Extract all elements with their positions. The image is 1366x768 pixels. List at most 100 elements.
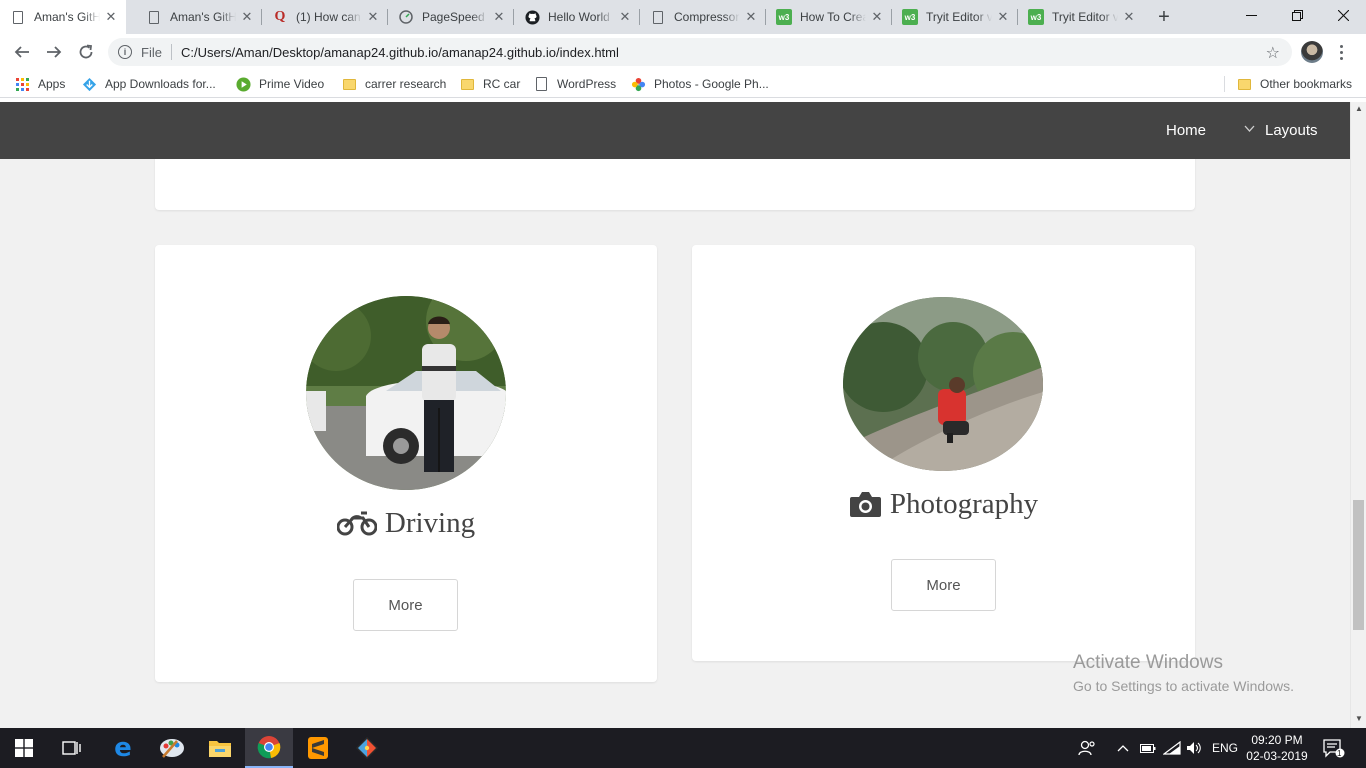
menu-icon[interactable] xyxy=(1334,40,1348,64)
page-icon xyxy=(650,9,666,25)
folder-icon xyxy=(459,76,475,92)
bookmark-app-downloads[interactable]: App Downloads for... xyxy=(81,75,216,93)
tab-0[interactable]: Aman's GitHub Pages ✕ xyxy=(0,0,126,34)
git-icon xyxy=(356,737,378,759)
play-icon xyxy=(235,76,251,92)
bookmark-wordpress[interactable]: WordPress xyxy=(533,75,616,93)
system-clock[interactable]: 09:20 PM 02-03-2019 xyxy=(1244,732,1310,764)
nav-layouts-dropdown[interactable]: Layouts xyxy=(1265,122,1318,139)
tab-5[interactable]: Compressor.io ✕ xyxy=(640,0,766,34)
page-icon xyxy=(10,9,26,25)
start-icon xyxy=(15,739,33,757)
driving-card: Driving More xyxy=(155,245,657,682)
tab-2[interactable]: Q (1) How can I ✕ xyxy=(262,0,388,34)
start-button[interactable] xyxy=(0,728,48,768)
bookmark-rc-car[interactable]: RC car xyxy=(459,75,520,93)
paint-app[interactable] xyxy=(148,728,196,768)
forward-arrow-icon xyxy=(47,46,62,58)
bookmark-carrer-research[interactable]: carrer research xyxy=(341,75,446,93)
bookmark-apps[interactable]: Apps xyxy=(14,75,65,93)
edge-icon: e xyxy=(114,733,132,763)
photography-more-button[interactable]: More xyxy=(891,559,996,611)
scheme-label: File xyxy=(141,44,162,60)
close-icon[interactable]: ✕ xyxy=(366,9,380,24)
profile-avatar[interactable] xyxy=(1301,41,1323,63)
close-icon[interactable]: ✕ xyxy=(996,9,1010,24)
w3schools-icon: w3 xyxy=(902,9,918,25)
tab-7[interactable]: w3 Tryit Editor v3.6 ✕ xyxy=(892,0,1018,34)
page-icon xyxy=(533,76,549,92)
tab-strip: Aman's GitHub Pages ✕ Aman's GitHub Page… xyxy=(0,0,1366,34)
close-icon[interactable]: ✕ xyxy=(1122,9,1136,24)
tab-title: Aman's GitHub Pages xyxy=(170,10,236,24)
photography-photo xyxy=(843,297,1043,471)
scroll-down-arrow-icon[interactable]: ▼ xyxy=(1355,714,1363,723)
clock-date: 02-03-2019 xyxy=(1246,749,1308,763)
paint-icon xyxy=(160,739,184,758)
card-title-text: Photography xyxy=(889,487,1039,520)
people-icon[interactable] xyxy=(1078,728,1096,768)
close-icon[interactable]: ✕ xyxy=(744,9,758,24)
close-icon[interactable]: ✕ xyxy=(240,9,254,24)
close-icon[interactable]: ✕ xyxy=(104,9,118,24)
forward-button[interactable] xyxy=(40,38,68,66)
watermark-subtitle: Go to Settings to activate Windows. xyxy=(1073,678,1294,694)
bookmark-label: Apps xyxy=(38,77,66,91)
motorcycle-icon xyxy=(336,510,377,536)
info-icon[interactable]: i xyxy=(118,45,132,59)
wifi-icon[interactable] xyxy=(1163,728,1181,768)
close-icon[interactable]: ✕ xyxy=(618,9,632,24)
tab-title: Hello World xyxy=(548,10,610,24)
folder-icon xyxy=(341,76,357,92)
w3schools-icon: w3 xyxy=(776,9,792,25)
minimize-button[interactable] xyxy=(1228,0,1274,30)
bookmark-label: carrer research xyxy=(365,77,447,91)
tab-8[interactable]: w3 Tryit Editor v3.6 ✕ xyxy=(1018,0,1144,34)
bookmark-other[interactable]: Other bookmarks xyxy=(1236,75,1352,93)
scroll-up-arrow-icon[interactable]: ▲ xyxy=(1355,104,1363,113)
page-scrollbar[interactable]: ▲ ▼ xyxy=(1350,102,1366,728)
notification-icon[interactable]: 1 xyxy=(1323,728,1345,768)
chevron-up-icon[interactable] xyxy=(1117,728,1129,768)
back-button[interactable] xyxy=(8,38,36,66)
scrollbar-thumb[interactable] xyxy=(1353,500,1364,630)
new-tab-button[interactable]: + xyxy=(1153,6,1175,28)
close-icon[interactable]: ✕ xyxy=(492,9,506,24)
sublime-app[interactable] xyxy=(294,728,342,768)
page-icon xyxy=(146,9,162,25)
folder-icon xyxy=(1236,76,1252,92)
bookmark-label: Photos - Google Ph... xyxy=(654,77,769,91)
volume-icon[interactable] xyxy=(1186,728,1202,768)
bookmark-google-photos[interactable]: Photos - Google Ph... xyxy=(630,75,769,93)
bookmark-label: RC car xyxy=(483,77,521,91)
watermark-title: Activate Windows xyxy=(1073,652,1223,673)
restore-button[interactable] xyxy=(1274,0,1320,30)
photos-icon xyxy=(630,76,646,92)
chrome-app[interactable] xyxy=(245,728,293,768)
tab-1[interactable]: Aman's GitHub Pages ✕ xyxy=(136,0,262,34)
pagespeed-icon xyxy=(398,9,414,25)
sublime-icon xyxy=(308,737,328,759)
driving-more-button[interactable]: More xyxy=(353,579,458,631)
task-view-button[interactable] xyxy=(48,728,96,768)
git-app[interactable] xyxy=(343,728,391,768)
tab-3[interactable]: PageSpeed Insights ✕ xyxy=(388,0,514,34)
site-navbar: Home Layouts xyxy=(0,102,1350,159)
url-text[interactable]: C:/Users/Aman/Desktop/amanap24.github.io… xyxy=(181,45,619,60)
close-icon[interactable]: ✕ xyxy=(870,9,884,24)
edge-app[interactable]: e xyxy=(99,728,147,768)
language-indicator[interactable]: ENG xyxy=(1212,728,1238,768)
star-icon[interactable]: ☆ xyxy=(1266,43,1280,63)
tab-4[interactable]: Hello World ✕ xyxy=(514,0,640,34)
address-bar[interactable]: i File C:/Users/Aman/Desktop/amanap24.gi… xyxy=(108,38,1292,66)
bookmark-prime-video[interactable]: Prime Video xyxy=(235,75,324,93)
bookmark-label: Prime Video xyxy=(259,77,325,91)
tab-6[interactable]: w3 How To Create ✕ xyxy=(766,0,892,34)
apps-grid-icon xyxy=(14,76,30,92)
battery-icon[interactable] xyxy=(1140,728,1156,768)
close-window-button[interactable] xyxy=(1320,0,1366,30)
reload-button[interactable] xyxy=(72,38,100,66)
w3schools-icon: w3 xyxy=(1028,9,1044,25)
nav-home-link[interactable]: Home xyxy=(1166,122,1206,139)
file-explorer-app[interactable] xyxy=(196,728,244,768)
